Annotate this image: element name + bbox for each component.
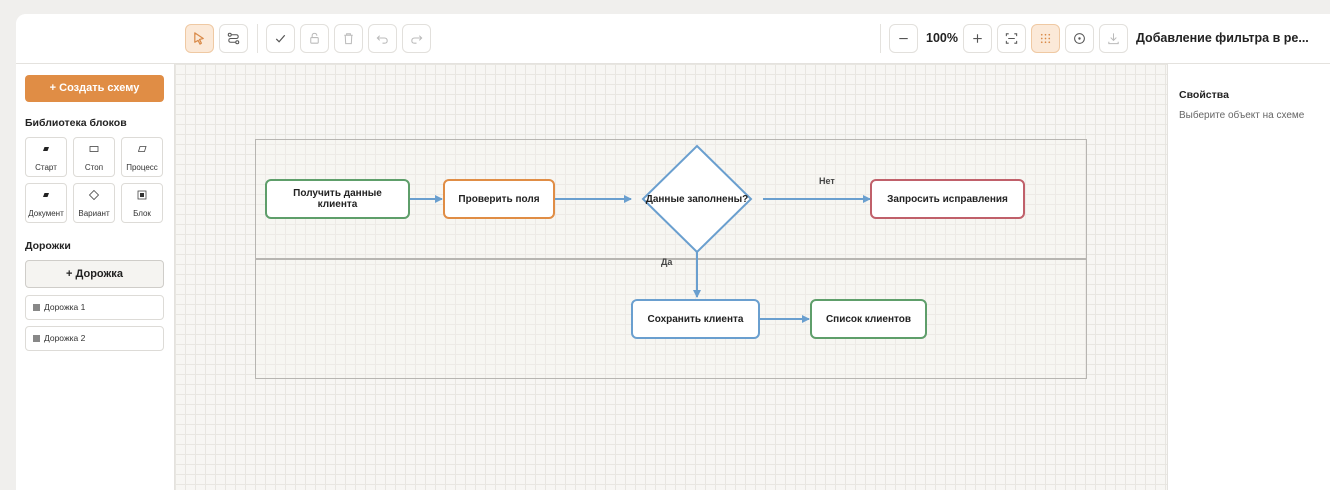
block-variant[interactable]: Вариант [73,183,115,223]
block-start[interactable]: Старт [25,137,67,177]
download-icon [1108,33,1119,45]
grid-toggle-button[interactable] [1031,24,1060,53]
document-title[interactable]: Добавление фильтра в ре... [1136,24,1316,53]
lane-label: Дорожка 2 [44,333,86,343]
block-stop[interactable]: Стоп [73,137,115,177]
validate-button[interactable] [266,24,295,53]
diagram-canvas[interactable]: Получить данные клиента Проверить поля Д… [175,64,1167,490]
node-save-client[interactable]: Сохранить клиента [631,299,760,339]
minus-icon [899,37,908,40]
select-icon [194,32,204,45]
block-label: Процесс [126,163,158,172]
lanes-title: Дорожки [25,240,71,252]
add-lane-button[interactable]: + Дорожка [25,260,164,288]
fit-screen-button[interactable] [997,24,1026,53]
connector-tool-button[interactable] [219,24,248,53]
trash-icon [344,33,353,45]
node-decision-label: Данные заполнены? [637,189,757,209]
center-view-button[interactable] [1065,24,1094,53]
delete-button[interactable] [334,24,363,53]
lane-label: Дорожка 1 [44,302,86,312]
lock-button[interactable] [300,24,329,53]
properties-hint: Выберите объект на схеме [1179,110,1305,121]
properties-panel: Свойства Выберите объект на схеме [1167,64,1330,490]
process-shape-icon [137,146,147,152]
edge-label-yes: Да [661,257,673,267]
lock-icon [310,32,319,44]
block-label: Стоп [84,163,104,172]
node-label: Получить данные клиента [293,188,382,210]
lane-color-icon [33,304,40,311]
fit-screen-icon [1005,33,1018,44]
node-check-fields[interactable]: Проверить поля [443,179,555,219]
check-icon [275,34,286,43]
app-window: 100% Добавление фильтра в ре... + Создат… [16,14,1330,490]
toolbar: 100% Добавление фильтра в ре... [16,14,1330,64]
create-schema-button[interactable]: + Создать схему [25,75,164,102]
node-label: Данные заполнены? [645,193,749,205]
target-icon [1074,33,1085,44]
zoom-in-button[interactable] [963,24,992,53]
document-shape-icon [43,193,49,197]
select-tool-button[interactable] [185,24,214,53]
node-label: Сохранить клиента [647,313,744,325]
block-label: Старт [35,163,57,172]
decision-shape-icon [88,189,100,201]
block-label: Вариант [78,209,110,218]
connector-icon [227,32,240,45]
block-shape-icon [137,190,147,200]
lane-item[interactable]: Дорожка 2 [25,326,164,351]
left-sidebar: + Создать схему Библиотека блоков Старт … [16,64,175,490]
node-label: Запросить исправления [887,193,1008,205]
undo-icon [376,35,388,44]
block-library-title: Библиотека блоков [25,117,127,129]
edge-label-no: Нет [819,176,835,186]
start-shape-icon [43,147,49,151]
node-label: Проверить поля [458,193,540,205]
undo-button[interactable] [368,24,397,53]
connectors-layer [409,144,871,323]
lane-item[interactable]: Дорожка 1 [25,295,164,320]
block-label: Блок [133,209,151,218]
properties-title: Свойства [1179,89,1229,101]
node-client-list[interactable]: Список клиентов [810,299,927,339]
node-request-fix[interactable]: Запросить исправления [870,179,1025,219]
block-label: Документ [28,209,64,218]
block-process[interactable]: Процесс [121,137,163,177]
plus-icon [973,34,982,43]
block-document[interactable]: Документ [25,183,67,223]
block-block[interactable]: Блок [121,183,163,223]
download-button[interactable] [1099,24,1128,53]
grid-icon [1040,33,1051,44]
node-label: Список клиентов [825,313,912,325]
redo-button[interactable] [402,24,431,53]
zoom-level: 100% [926,31,958,45]
stop-shape-icon [89,146,99,152]
redo-icon [411,35,423,44]
node-get-client-data[interactable]: Получить данные клиента [265,179,410,219]
zoom-out-button[interactable] [889,24,918,53]
lane-color-icon [33,335,40,342]
